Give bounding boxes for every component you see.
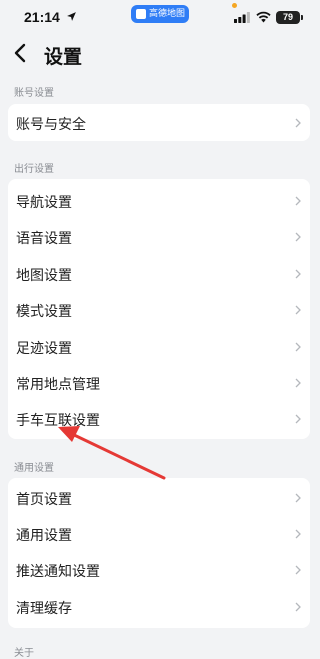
chevron-right-icon [295,196,301,206]
chevron-right-icon [295,414,301,424]
list-item-label: 首页设置 [16,492,72,508]
map-app-icon [136,9,146,19]
account-settings-card: 账号与安全 [8,104,310,141]
wifi-icon [256,11,271,23]
back-chevron-icon[interactable] [12,42,30,64]
list-item-homepage[interactable]: 首页设置 [8,480,310,516]
signal-icon [234,12,250,23]
chevron-right-icon [295,493,301,503]
general-settings-card: 首页设置 通用设置 推送通知设置 清理缓存 [8,478,310,628]
list-item-label: 语音设置 [16,231,72,247]
status-bar: 21:14 高德地图 79 [0,0,317,36]
list-item-label: 常用地点管理 [16,377,100,393]
list-item-voice[interactable]: 语音设置 [8,219,310,255]
chevron-right-icon [295,602,301,612]
status-time: 21:14 [24,9,60,25]
page-title: 设置 [44,46,83,68]
chevron-right-icon [295,118,301,128]
list-item-general[interactable]: 通用设置 [8,516,310,552]
list-item-navigation[interactable]: 导航设置 [8,183,310,219]
chevron-right-icon [295,305,301,315]
map-app-pill[interactable]: 高德地图 [131,5,189,23]
list-item-footprint[interactable]: 足迹设置 [8,329,310,365]
list-item-map[interactable]: 地图设置 [8,256,310,292]
list-item-label: 手车互联设置 [16,413,100,429]
chevron-right-icon [295,529,301,539]
section-label-account: 账号设置 [14,88,54,99]
section-label-travel: 出行设置 [14,164,54,175]
list-item-label: 推送通知设置 [16,564,100,580]
list-item-common-places[interactable]: 常用地点管理 [8,365,310,401]
travel-settings-card: 导航设置 语音设置 地图设置 模式设置 足迹设置 常用地点管理 手车互联设置 [8,179,310,439]
list-item-push-notifications[interactable]: 推送通知设置 [8,552,310,588]
battery-icon: 79 [276,11,300,24]
map-app-pill-text: 高德地图 [149,9,186,19]
list-item-label: 导航设置 [16,195,72,211]
list-item-label: 地图设置 [16,268,72,284]
list-item-label: 通用设置 [16,528,72,544]
list-item-account-security[interactable]: 账号与安全 [8,105,310,141]
section-label-about: 关于 [14,648,34,659]
mic-indicator-dot [232,3,237,8]
chevron-right-icon [295,342,301,352]
list-item-label: 清理缓存 [16,601,72,617]
list-item-label: 模式设置 [16,304,72,320]
list-item-phone-car-link[interactable]: 手车互联设置 [8,401,310,437]
battery-tip [301,15,303,20]
chevron-right-icon [295,565,301,575]
list-item-label: 足迹设置 [16,341,72,357]
list-item-label: 账号与安全 [16,117,86,133]
list-item-clear-cache[interactable]: 清理缓存 [8,589,310,625]
chevron-right-icon [295,378,301,388]
chevron-right-icon [295,269,301,279]
chevron-right-icon [295,232,301,242]
section-label-general: 通用设置 [14,463,54,474]
location-arrow-icon [67,12,76,21]
list-item-mode[interactable]: 模式设置 [8,292,310,328]
